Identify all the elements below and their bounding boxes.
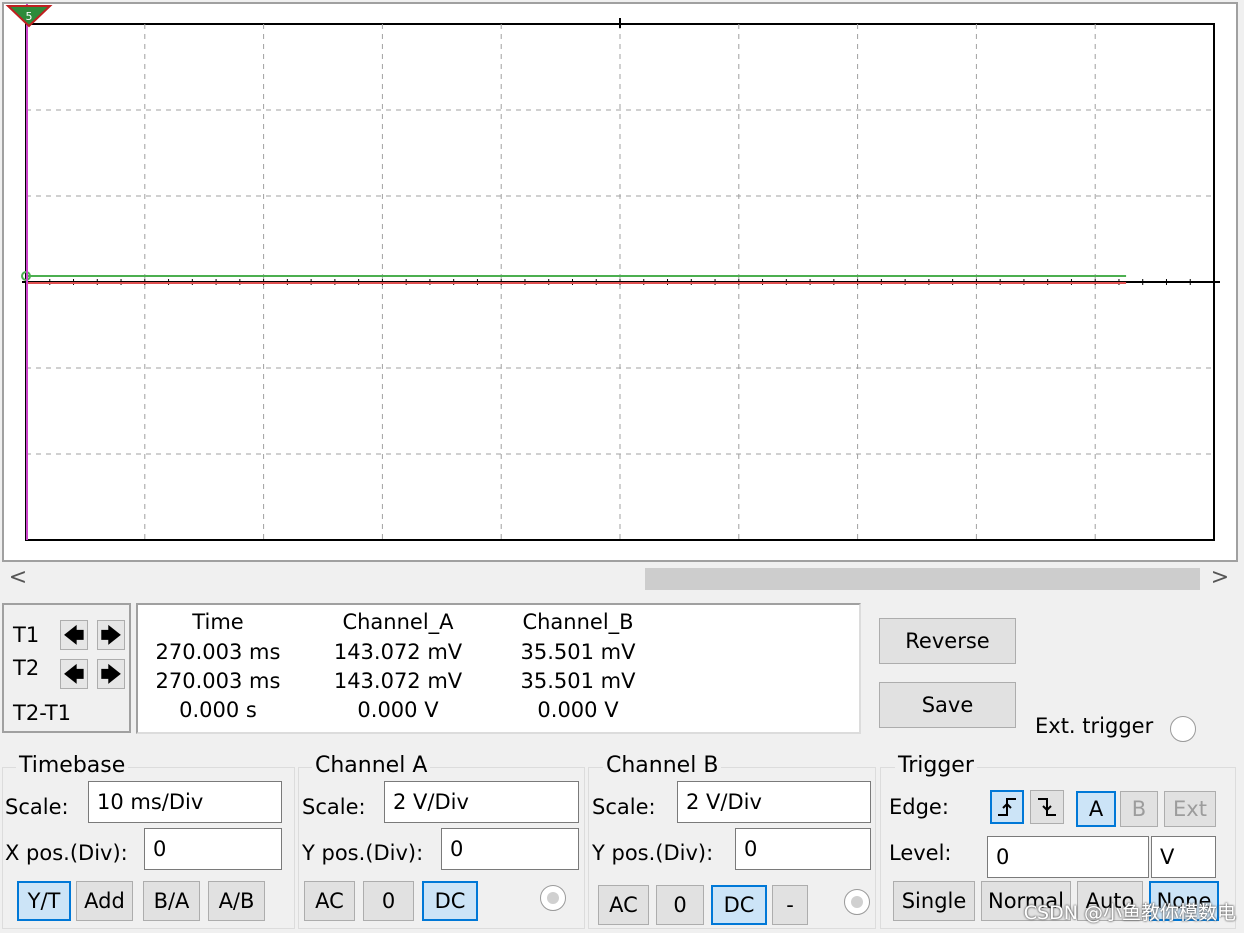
trigger-source-a-button[interactable]: A <box>1076 791 1116 827</box>
diff-channel-a: 0.000 V <box>357 698 439 722</box>
trigger-level-unit[interactable]: V <box>1151 836 1216 878</box>
t2-channel-b: 35.501 mV <box>520 669 636 693</box>
channel-a-scale-field[interactable]: 2 V/Div <box>384 781 579 823</box>
channel-b-ypos-label: Y pos.(Div): <box>592 841 714 865</box>
t1-channel-b: 35.501 mV <box>520 640 636 664</box>
t2-t1-label: T2-T1 <box>13 701 72 725</box>
header-time: Time <box>192 610 244 634</box>
timebase-title: Timebase <box>16 753 129 778</box>
channel-b-dc-button[interactable]: DC <box>711 885 767 925</box>
arrow-left-icon: 🡄 <box>63 662 85 686</box>
mode-ab-button[interactable]: A/B <box>208 881 265 921</box>
t2-channel-a: 143.072 mV <box>333 669 463 693</box>
trigger-title: Trigger <box>895 753 977 778</box>
channel-a-title: Channel A <box>312 753 431 778</box>
arrow-left-icon: 🡄 <box>63 623 85 647</box>
channel-a-scale-label: Scale: <box>302 795 366 819</box>
falling-edge-icon <box>1038 798 1056 816</box>
t1-label: T1 <box>13 623 40 647</box>
trigger-single-button[interactable]: Single <box>893 881 975 921</box>
timebase-scale-label: Scale: <box>5 795 69 819</box>
rising-edge-icon <box>998 798 1016 816</box>
ext-trigger-label: Ext. trigger <box>1035 714 1154 738</box>
waveform-display: 5 <box>5 4 1220 541</box>
xpos-field[interactable]: 0 <box>144 828 282 870</box>
watermark: CSDN @小鱼教你模数电 <box>1023 902 1236 924</box>
header-channel-a: Channel_A <box>342 610 454 634</box>
channel-b-ypos-field[interactable]: 0 <box>735 828 871 870</box>
mode-add-button[interactable]: Add <box>76 881 133 921</box>
xpos-label: X pos.(Div): <box>5 841 128 865</box>
channel-b-scale-label: Scale: <box>592 795 656 819</box>
arrow-right-icon: 🡆 <box>100 662 122 686</box>
edge-label: Edge: <box>889 795 949 819</box>
trigger-level-unit-value: V <box>1160 845 1175 869</box>
t1-channel-a: 143.072 mV <box>333 640 463 664</box>
channel-a-ypos-value: 0 <box>450 837 464 861</box>
xpos-value: 0 <box>153 837 167 861</box>
channel-b-zero-button[interactable]: 0 <box>656 885 704 925</box>
channel-b-invert-button[interactable]: - <box>772 885 808 925</box>
t1-left-button[interactable]: 🡄 <box>60 620 88 650</box>
scroll-thumb[interactable] <box>645 568 1200 590</box>
mode-ba-button[interactable]: B/A <box>143 881 200 921</box>
scroll-left-icon[interactable]: < <box>4 565 32 593</box>
cursor-handle-label: 5 <box>26 10 33 23</box>
level-label: Level: <box>889 841 952 865</box>
channel-b-scale-field[interactable]: 2 V/Div <box>677 781 871 823</box>
timebase-scale-field[interactable]: 10 ms/Div <box>88 781 282 823</box>
channel-b-title: Channel B <box>603 753 722 778</box>
oscilloscope-screen[interactable]: 5 <box>2 2 1238 562</box>
horizontal-scrollbar[interactable]: < > <box>2 565 1238 593</box>
falling-edge-button[interactable] <box>1030 790 1064 824</box>
header-channel-b: Channel_B <box>522 610 634 634</box>
t2-right-button[interactable]: 🡆 <box>97 659 125 689</box>
channel-a-ac-button[interactable]: AC <box>304 881 355 921</box>
channel-a-terminal[interactable] <box>540 885 566 911</box>
channel-a-zero-button[interactable]: 0 <box>363 881 414 921</box>
ext-trigger-terminal[interactable] <box>1170 716 1196 742</box>
diff-time: 0.000 s <box>179 698 257 722</box>
channel-a-ypos-field[interactable]: 0 <box>441 828 579 870</box>
rising-edge-button[interactable] <box>990 790 1024 824</box>
channel-a-scale-value: 2 V/Div <box>393 790 469 814</box>
measurement-readout: Time Channel_A Channel_B 270.003 ms 143.… <box>136 603 861 734</box>
channel-b-ac-button[interactable]: AC <box>598 885 649 925</box>
trigger-level-field[interactable]: 0 <box>987 836 1149 878</box>
trigger-source-ext-button[interactable]: Ext <box>1164 791 1216 827</box>
channel-a-dc-button[interactable]: DC <box>422 881 478 921</box>
t1-right-button[interactable]: 🡆 <box>97 620 125 650</box>
arrow-right-icon: 🡆 <box>100 623 122 647</box>
channel-b-scale-value: 2 V/Div <box>686 790 762 814</box>
diff-channel-b: 0.000 V <box>537 698 619 722</box>
trigger-level-value: 0 <box>996 845 1010 869</box>
save-button[interactable]: Save <box>879 682 1016 728</box>
channel-b-terminal[interactable] <box>844 889 870 915</box>
t2-label: T2 <box>13 656 40 680</box>
scroll-right-icon[interactable]: > <box>1206 565 1234 593</box>
t2-left-button[interactable]: 🡄 <box>60 659 88 689</box>
trigger-source-b-button[interactable]: B <box>1120 791 1158 827</box>
timebase-scale-value: 10 ms/Div <box>97 790 204 814</box>
channel-a-ypos-label: Y pos.(Div): <box>302 841 424 865</box>
t1-time: 270.003 ms <box>155 640 281 664</box>
cursor-controls: T1 🡄 🡆 T2 🡄 🡆 T2-T1 <box>2 603 131 733</box>
channel-b-ypos-value: 0 <box>744 837 758 861</box>
reverse-button[interactable]: Reverse <box>879 618 1016 664</box>
t2-time: 270.003 ms <box>155 669 281 693</box>
mode-yt-button[interactable]: Y/T <box>17 881 71 921</box>
